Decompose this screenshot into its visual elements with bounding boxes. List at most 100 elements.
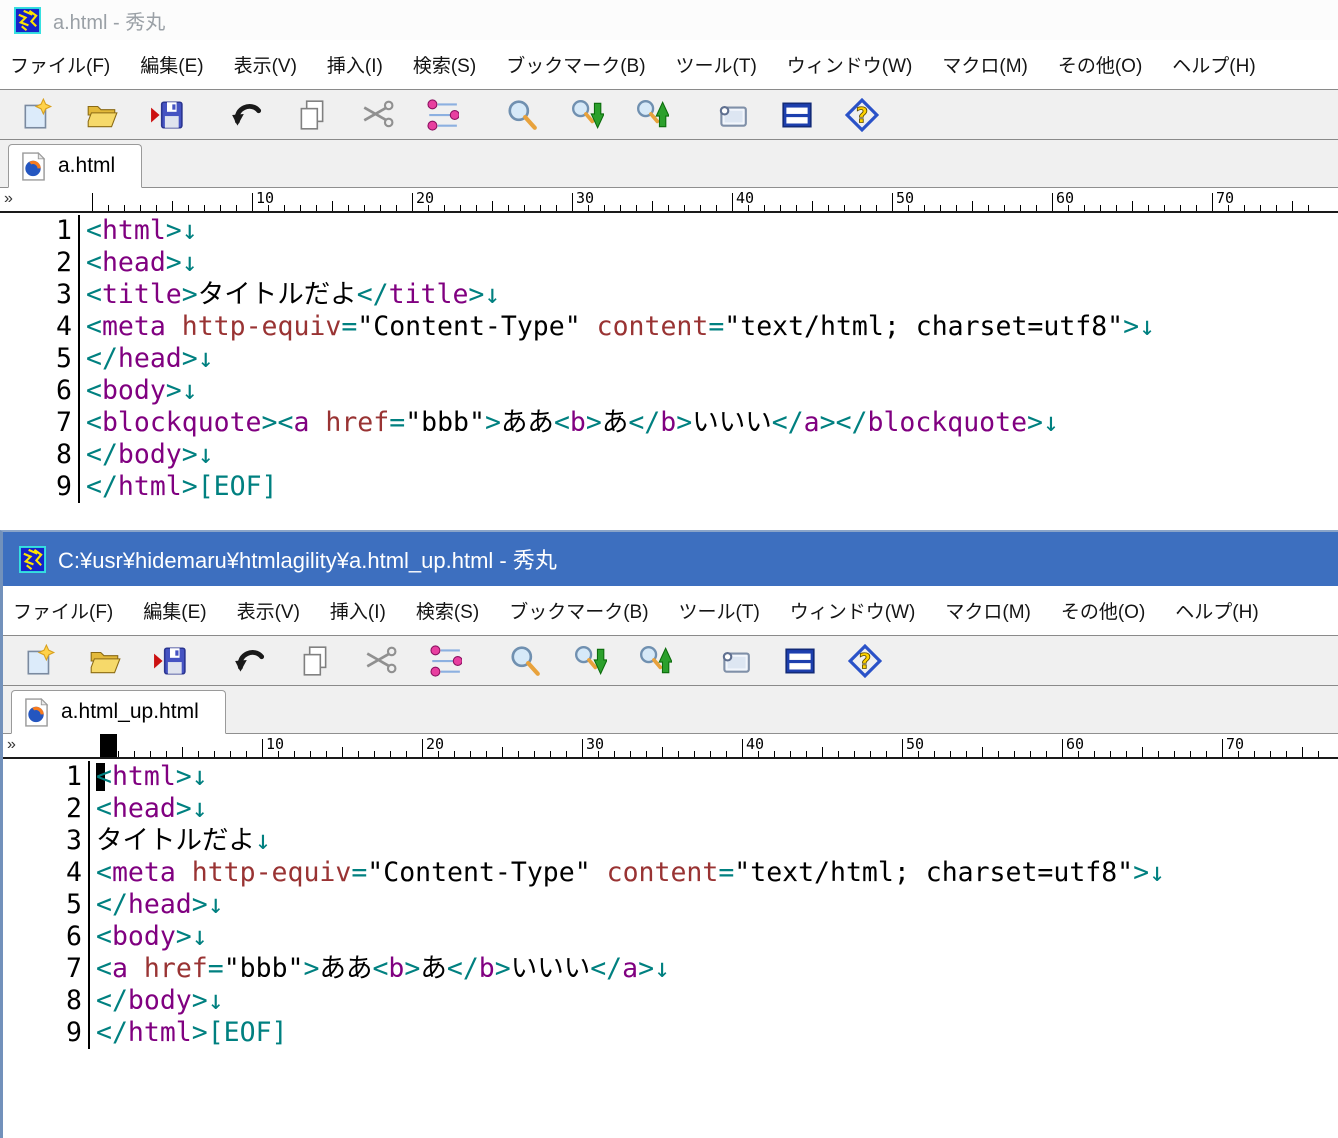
save-button[interactable] xyxy=(153,644,187,678)
ruler-tick xyxy=(236,205,237,211)
ruler-tick xyxy=(982,747,983,757)
menu-item-4[interactable]: 検索(S) xyxy=(413,51,476,78)
menu-item-4[interactable]: 検索(S) xyxy=(416,597,479,624)
text-area[interactable]: 1<html>↓2<head>↓3<title>タイトルだよ</title>↓4… xyxy=(0,213,1338,530)
menu-item-6[interactable]: ツール(T) xyxy=(679,597,760,624)
ruler-tick xyxy=(822,747,823,757)
cut-button[interactable] xyxy=(360,98,394,132)
code-text[interactable]: </body>↓ xyxy=(78,439,214,471)
code-text[interactable]: <head>↓ xyxy=(78,247,198,279)
menu-item-3[interactable]: 挿入(I) xyxy=(330,597,386,624)
code-segment: ↓ xyxy=(192,793,208,824)
menu-item-5[interactable]: ブックマーク(B) xyxy=(509,597,648,624)
code-segment: > xyxy=(182,439,198,470)
code-segment: ↓ xyxy=(1139,311,1155,342)
menu-item-1[interactable]: 編集(E) xyxy=(140,51,203,78)
tag-jump-button[interactable] xyxy=(715,98,749,132)
code-text[interactable]: <title>タイトルだよ</title>↓ xyxy=(78,279,500,311)
code-segment: [EOF] xyxy=(208,1017,288,1048)
title-bar[interactable]: a.html - 秀丸 xyxy=(0,0,1338,40)
code-segment: html xyxy=(128,1017,192,1048)
copy-button[interactable] xyxy=(298,644,332,678)
cut-button[interactable] xyxy=(363,644,397,678)
code-text[interactable]: <body>↓ xyxy=(78,375,198,407)
tag-jump-button[interactable] xyxy=(718,644,752,678)
ruler-number: 70 xyxy=(1216,189,1234,207)
code-text[interactable]: </html>[EOF] xyxy=(88,1017,288,1049)
find-button[interactable] xyxy=(508,644,542,678)
help-button[interactable]: ? xyxy=(848,644,882,678)
code-text[interactable]: <body>↓ xyxy=(88,921,208,953)
code-text[interactable]: <meta http-equiv="Content-Type" content=… xyxy=(88,857,1165,889)
file-tab[interactable]: a.html xyxy=(8,144,142,188)
new-file-button[interactable] xyxy=(20,98,54,132)
ruler-tick xyxy=(1116,205,1117,211)
undo-button[interactable] xyxy=(230,98,264,132)
save-button[interactable] xyxy=(150,98,184,132)
code-text[interactable]: <meta http-equiv="Content-Type" content=… xyxy=(78,311,1155,343)
help-button[interactable]: ? xyxy=(845,98,879,132)
code-text[interactable]: </html>[EOF] xyxy=(78,471,278,503)
svg-text:?: ? xyxy=(859,649,871,674)
code-text[interactable]: <html>↓ xyxy=(78,215,198,247)
code-segment: < xyxy=(554,407,570,438)
menu-item-8[interactable]: マクロ(M) xyxy=(945,597,1030,624)
find-previous-button[interactable] xyxy=(635,98,669,132)
open-folder-button[interactable] xyxy=(85,98,119,132)
code-segment: いいい xyxy=(511,953,591,984)
code-line: 6<body>↓ xyxy=(16,921,1338,953)
menu-item-3[interactable]: 挿入(I) xyxy=(327,51,383,78)
find-previous-button[interactable] xyxy=(638,644,672,678)
menu-item-2[interactable]: 表示(V) xyxy=(234,51,297,78)
menu-item-10[interactable]: ヘルプ(H) xyxy=(1175,597,1258,624)
menu-item-9[interactable]: その他(O) xyxy=(1058,51,1142,78)
code-text[interactable]: <html>↓ xyxy=(88,761,208,793)
menu-item-2[interactable]: 表示(V) xyxy=(237,597,300,624)
code-text[interactable]: </body>↓ xyxy=(88,985,224,1017)
find-next-button[interactable] xyxy=(570,98,604,132)
ruler-tick xyxy=(620,205,621,211)
menu-item-0[interactable]: ファイル(F) xyxy=(10,51,110,78)
code-text[interactable]: <blockquote><a href="bbb">ああ<b>あ</b>いいい<… xyxy=(78,407,1059,439)
copy-button[interactable] xyxy=(295,98,329,132)
code-text[interactable]: <head>↓ xyxy=(88,793,208,825)
new-file-button[interactable] xyxy=(23,644,57,678)
menu-item-7[interactable]: ウィンドウ(W) xyxy=(787,51,913,78)
ruler-tick xyxy=(556,205,557,211)
code-segment: body xyxy=(118,439,182,470)
ruler-tick xyxy=(1020,205,1021,211)
title-bar[interactable]: C:¥usr¥hidemaru¥htmlagility¥a.html_up.ht… xyxy=(3,532,1338,586)
ruler-tick xyxy=(108,205,109,211)
ruler-tick xyxy=(796,205,797,211)
paste-button[interactable] xyxy=(425,98,459,132)
code-text[interactable]: <a href="bbb">ああ<b>あ</b>いいい</a>↓ xyxy=(88,953,670,985)
menu-item-7[interactable]: ウィンドウ(W) xyxy=(790,597,916,624)
menu-item-9[interactable]: その他(O) xyxy=(1061,597,1145,624)
code-text[interactable]: タイトルだよ↓ xyxy=(88,825,271,857)
menu-item-6[interactable]: ツール(T) xyxy=(676,51,757,78)
code-segment: < xyxy=(96,793,112,824)
paste-button[interactable] xyxy=(428,644,462,678)
code-segment: </ xyxy=(86,439,118,470)
code-segment: = xyxy=(351,857,367,888)
find-next-button[interactable] xyxy=(573,644,607,678)
find-button[interactable] xyxy=(505,98,539,132)
editor-window-top: a.html - 秀丸 ファイル(F) 編集(E) 表示(V) 挿入(I) 検索(S) ブ… xyxy=(0,0,1338,530)
ruler-tick xyxy=(812,201,813,211)
open-folder-button[interactable] xyxy=(88,644,122,678)
file-tab[interactable]: a.html_up.html xyxy=(11,690,226,734)
code-text[interactable]: </head>↓ xyxy=(88,889,224,921)
ruler-tick xyxy=(284,205,285,211)
undo-button[interactable] xyxy=(233,644,267,678)
code-text[interactable]: </head>↓ xyxy=(78,343,214,375)
menu-item-1[interactable]: 編集(E) xyxy=(143,597,206,624)
ruler-tick xyxy=(342,747,343,757)
menu-item-5[interactable]: ブックマーク(B) xyxy=(506,51,645,78)
split-window-button[interactable] xyxy=(783,644,817,678)
menu-item-8[interactable]: マクロ(M) xyxy=(942,51,1027,78)
menu-item-10[interactable]: ヘルプ(H) xyxy=(1172,51,1255,78)
split-window-button[interactable] xyxy=(780,98,814,132)
menu-item-0[interactable]: ファイル(F) xyxy=(13,597,113,624)
code-rows: 1<html>↓2<head>↓3タイトルだよ↓4<meta http-equi… xyxy=(3,761,1338,1049)
text-area[interactable]: 1<html>↓2<head>↓3タイトルだよ↓4<meta http-equi… xyxy=(3,759,1338,1138)
